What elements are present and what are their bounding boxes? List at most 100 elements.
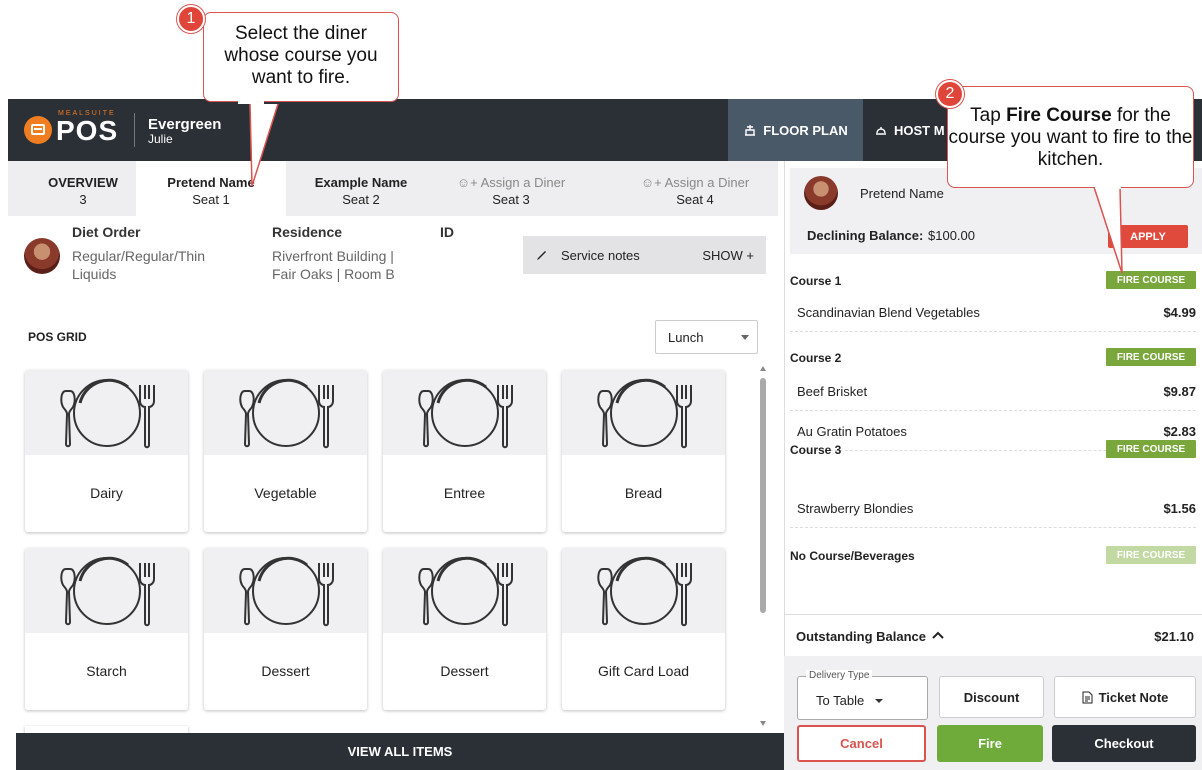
pos-tile[interactable]: Dessert: [204, 548, 367, 710]
chevron-up-icon[interactable]: [931, 630, 945, 640]
plate-utensils-icon: [596, 556, 692, 626]
discount-label: Discount: [963, 689, 1020, 705]
residence-value-2: Fair Oaks | Room B: [272, 266, 395, 282]
outstanding-balance-value: $21.10: [1154, 629, 1194, 644]
order-item[interactable]: Strawberry Blondies $1.56: [790, 490, 1196, 528]
pos-tile[interactable]: Vegetable: [204, 370, 367, 532]
pos-tile[interactable]: Starch: [25, 548, 188, 710]
mealsuite-logo-icon: [24, 116, 52, 144]
host-icon: [876, 127, 886, 135]
pos-tile[interactable]: Entree: [383, 370, 546, 532]
plate-utensils-icon: [417, 556, 513, 626]
item-name: Strawberry Blondies: [797, 501, 914, 516]
pos-tile[interactable]: Dessert: [383, 548, 546, 710]
fire-course-button[interactable]: FIRE COURSE: [1106, 348, 1196, 366]
cancel-button[interactable]: Cancel: [797, 725, 926, 762]
fire-button[interactable]: Fire: [937, 725, 1043, 762]
pos-tile[interactable]: Dairy: [25, 370, 188, 532]
plate-utensils-icon: [238, 556, 334, 626]
delivery-type-value: To Table: [816, 693, 865, 708]
tab-sub: Seat 2: [342, 192, 380, 207]
tile-label: Dairy: [90, 485, 123, 501]
brand-name: POS: [56, 115, 119, 146]
plate-utensils-icon: [596, 378, 692, 448]
scroll-thumb[interactable]: [760, 378, 766, 613]
service-notes-label: Service notes: [561, 247, 640, 263]
callout-2-pointer: [1093, 186, 1123, 274]
scroll-up-icon[interactable]: [760, 366, 766, 371]
course-heading: No Course/Beverages: [790, 549, 915, 563]
diner-avatar: [24, 238, 60, 274]
checkout-button[interactable]: Checkout: [1052, 725, 1196, 762]
tile-image: [562, 370, 725, 455]
show-notes-button[interactable]: SHOW +: [702, 248, 754, 263]
pos-grid-title: POS GRID: [28, 330, 87, 344]
order-item[interactable]: Beef Brisket $9.87: [790, 373, 1196, 411]
fire-course-button[interactable]: FIRE COURSE: [1106, 440, 1196, 458]
pos-tile[interactable]: Bread: [562, 370, 725, 532]
discount-button[interactable]: Discount: [939, 676, 1044, 718]
location-name: Evergreen: [148, 116, 222, 133]
caret-down-icon: [741, 335, 749, 340]
tile-image: [204, 548, 367, 633]
tile-label: Dessert: [440, 663, 489, 679]
declining-balance-label: Declining Balance:: [807, 228, 924, 243]
tab-sub: Seat 3: [492, 192, 530, 207]
meal-period-select[interactable]: Lunch: [655, 320, 758, 354]
tile-label: Dessert: [261, 663, 310, 679]
view-all-items-button[interactable]: VIEW ALL ITEMS: [16, 733, 784, 770]
step-2-badge: 2: [936, 80, 964, 108]
callout-1-joint: [238, 100, 264, 104]
item-price: $4.99: [1163, 305, 1196, 320]
delivery-type-label: Delivery Type: [806, 670, 873, 681]
diet-order-value-2: Liquids: [72, 266, 117, 282]
tile-label: Gift Card Load: [597, 663, 690, 679]
tab-seat-3[interactable]: ☺+ Assign a Diner Seat 3: [436, 161, 586, 216]
floor-plan-icon: [745, 125, 756, 136]
tile-label: Vegetable: [254, 485, 317, 501]
order-diner-name: Pretend Name: [860, 186, 944, 201]
order-item[interactable]: Scandinavian Blend Vegetables $4.99: [790, 294, 1196, 332]
scroll-down-icon[interactable]: [760, 721, 766, 726]
callout-1: Select the diner whose course you want t…: [203, 12, 399, 102]
tile-image: [204, 370, 367, 455]
tile-image: [383, 548, 546, 633]
outstanding-balance-label: Outstanding Balance: [796, 629, 927, 644]
callout-2-text-pre: Tap: [970, 105, 1007, 126]
order-diner-avatar: [804, 176, 838, 210]
item-name: Beef Brisket: [797, 384, 868, 399]
pos-tile[interactable]: Gift Card Load: [562, 548, 725, 710]
floor-plan-button[interactable]: FLOOR PLAN: [728, 99, 863, 161]
id-label: ID: [440, 224, 454, 240]
tile-label: Starch: [86, 663, 127, 679]
tab-seat-4[interactable]: ☺+ Assign a Diner Seat 4: [620, 161, 770, 216]
course-heading: Course 2: [790, 351, 842, 365]
tab-title: Assign a Diner: [480, 175, 566, 190]
callout-2: Tap Fire Course for the course you want …: [947, 86, 1194, 188]
tab-title: Assign a Diner: [664, 175, 750, 190]
tile-label: Entree: [443, 485, 486, 501]
meal-period-value: Lunch: [668, 330, 704, 345]
residence-value-1: Riverfront Building |: [272, 248, 394, 264]
item-price: $1.56: [1163, 501, 1196, 516]
user-name: Julie: [148, 132, 173, 146]
residence-label: Residence: [272, 224, 343, 240]
show-label: SHOW: [702, 247, 743, 263]
item-price: $2.83: [1163, 424, 1196, 439]
pencil-icon: [537, 251, 546, 260]
callout-2-joint: [1095, 185, 1121, 189]
fire-course-button[interactable]: FIRE COURSE: [1106, 546, 1196, 564]
outstanding-balance-row[interactable]: Outstanding Balance $21.10: [784, 614, 1202, 656]
host-mode-label: HOST M: [894, 122, 945, 138]
seat-tabs: OVERVIEW 3 Pretend Name Seat 1 Example N…: [8, 161, 778, 216]
tile-image: [562, 548, 725, 633]
ticket-note-button[interactable]: Ticket Note: [1054, 676, 1196, 718]
delivery-type-select[interactable]: Delivery Type To Table: [797, 670, 928, 720]
item-price: $9.87: [1163, 384, 1196, 399]
service-notes-bar[interactable]: Service notes SHOW +: [523, 236, 766, 274]
tile-label: Bread: [624, 485, 663, 501]
declining-balance-value: $100.00: [928, 228, 975, 243]
diet-order-value-1: Regular/Regular/Thin: [72, 248, 206, 264]
note-icon: [1082, 691, 1093, 703]
course-heading: Course 1: [790, 274, 842, 288]
